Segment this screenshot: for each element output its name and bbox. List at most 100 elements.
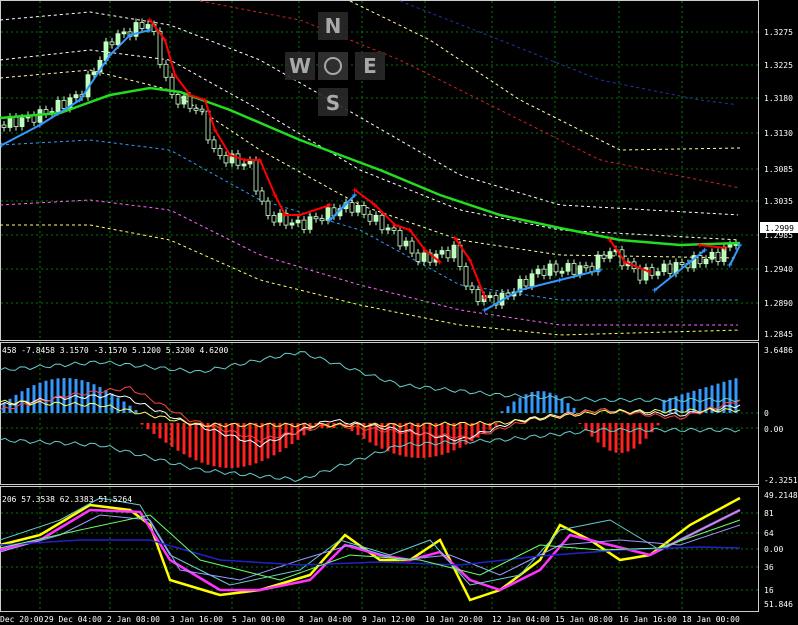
stoch-label: 81 [764,509,774,518]
macd-label: -2.3251 [764,476,798,485]
price-label: 1.2940 [764,265,793,274]
time-label: 12 Jan 04:00 [492,615,550,624]
candle-body [115,33,121,46]
time-label: 29 Dec 04:00 [44,615,102,624]
trail-cross: + [342,201,348,211]
candle-body [523,278,529,287]
macd-bar-negative [230,423,234,468]
candle-body [313,216,319,220]
macd-bar-negative [224,423,228,468]
candle-body [697,255,703,265]
time-label: 3 Jan 16:00 [170,615,223,624]
candle-body [655,271,661,276]
trail-cross: + [722,244,728,254]
candle-body [607,251,613,259]
candle-body [55,99,61,112]
macd-bar-negative [584,423,588,431]
trail-cross: + [202,96,208,106]
macd-bar-negative [260,423,264,462]
trail-cross: + [0,141,5,151]
candle-body [13,116,19,127]
macd-bar-negative [170,423,174,447]
trail-cross: + [647,268,653,278]
trail-cross: + [297,211,303,221]
trail-cross: + [172,71,178,81]
trail-cross: + [702,246,708,256]
trail-cross: + [212,126,218,136]
macd-bar-positive [104,390,108,413]
time-label: 15 Jan 08:00 [555,615,613,624]
macd-label: 3.6486 [764,346,793,355]
trail-cross: + [282,211,288,221]
candle-body [1,124,7,128]
time-label: 9 Jan 12:00 [362,615,415,624]
stoch-label: 51.846 [764,600,793,609]
trail-cross: + [272,191,278,201]
macd-label: 0.00 [764,425,783,434]
time-label: 10 Jan 20:00 [425,615,483,624]
macd-bar-negative [158,423,162,439]
candle-body [373,214,379,222]
macd-bar-negative [452,423,456,451]
macd-bar-positive [122,401,126,413]
trading-chart[interactable]: + + + + + + + + + + + + + + + + + + + + + + + + + + + + + + + + + + + + + + + +… [0,0,798,625]
time-axis: Dec 20:00 29 Dec 04:00 2 Jan 08:00 3 Jan… [0,615,740,624]
candle-body [235,153,241,166]
trail-cross: + [162,36,168,46]
macd-bar-negative [182,423,186,455]
candle-body [385,227,391,231]
trail-cross: + [107,51,113,61]
compass-e-letter: E [363,54,377,78]
trail-cross: + [482,294,488,304]
price-label: 1.3180 [764,94,793,103]
macd-bar-positive [566,403,570,413]
candle-body [193,107,199,111]
macd-header: 458 -7.8458 3.1570 -3.1570 5.1200 5.3200… [2,346,229,355]
candle-body [409,240,415,254]
macd-bar-positive [98,386,102,413]
time-label: 2 Jan 08:00 [107,615,160,624]
trail-cross: + [482,306,488,316]
macd-bar-negative [416,423,420,458]
candle-body [469,285,475,290]
candle-body [181,95,187,105]
candle-body [367,213,373,222]
macd-bar-negative [410,423,414,458]
macd-bar-positive [50,379,54,413]
candle-body [439,250,445,255]
candle-body [19,117,25,127]
macd-bar-negative [146,423,150,430]
price-label: 1.3130 [764,129,793,138]
candle-body [61,99,67,109]
trail-cross: + [467,256,473,266]
compass-center-tile [318,52,348,80]
price-label: 1.3275 [764,28,793,37]
macd-bar-positive [560,398,564,413]
candle-body [565,263,571,272]
candle-body [679,262,685,265]
candle-body [727,244,733,248]
macd-bar-negative [434,423,438,457]
candle-body [559,270,565,274]
macd-bar-positive [680,394,684,413]
macd-bar-negative [380,423,384,449]
macd-bar-negative [626,423,630,452]
macd-bar-negative [152,423,156,434]
trail-cross: + [352,186,358,196]
trail-cross: + [517,286,523,296]
trail-cross: + [607,236,613,246]
macd-bar-positive [80,380,84,413]
candle-body [109,41,115,46]
macd-bar-negative [428,423,432,458]
time-label: 16 Jan 16:00 [619,615,677,624]
macd-bar-negative [164,423,168,443]
trail-cross: + [422,246,428,256]
macd-bar-negative [188,423,192,458]
candle-body [163,63,169,78]
candle-body [541,268,547,276]
candle-body [571,263,577,275]
macd-bar-negative [356,423,360,436]
trail-cross: + [327,216,333,226]
macd-bar-positive [32,385,36,413]
macd-bar-negative [248,423,252,466]
